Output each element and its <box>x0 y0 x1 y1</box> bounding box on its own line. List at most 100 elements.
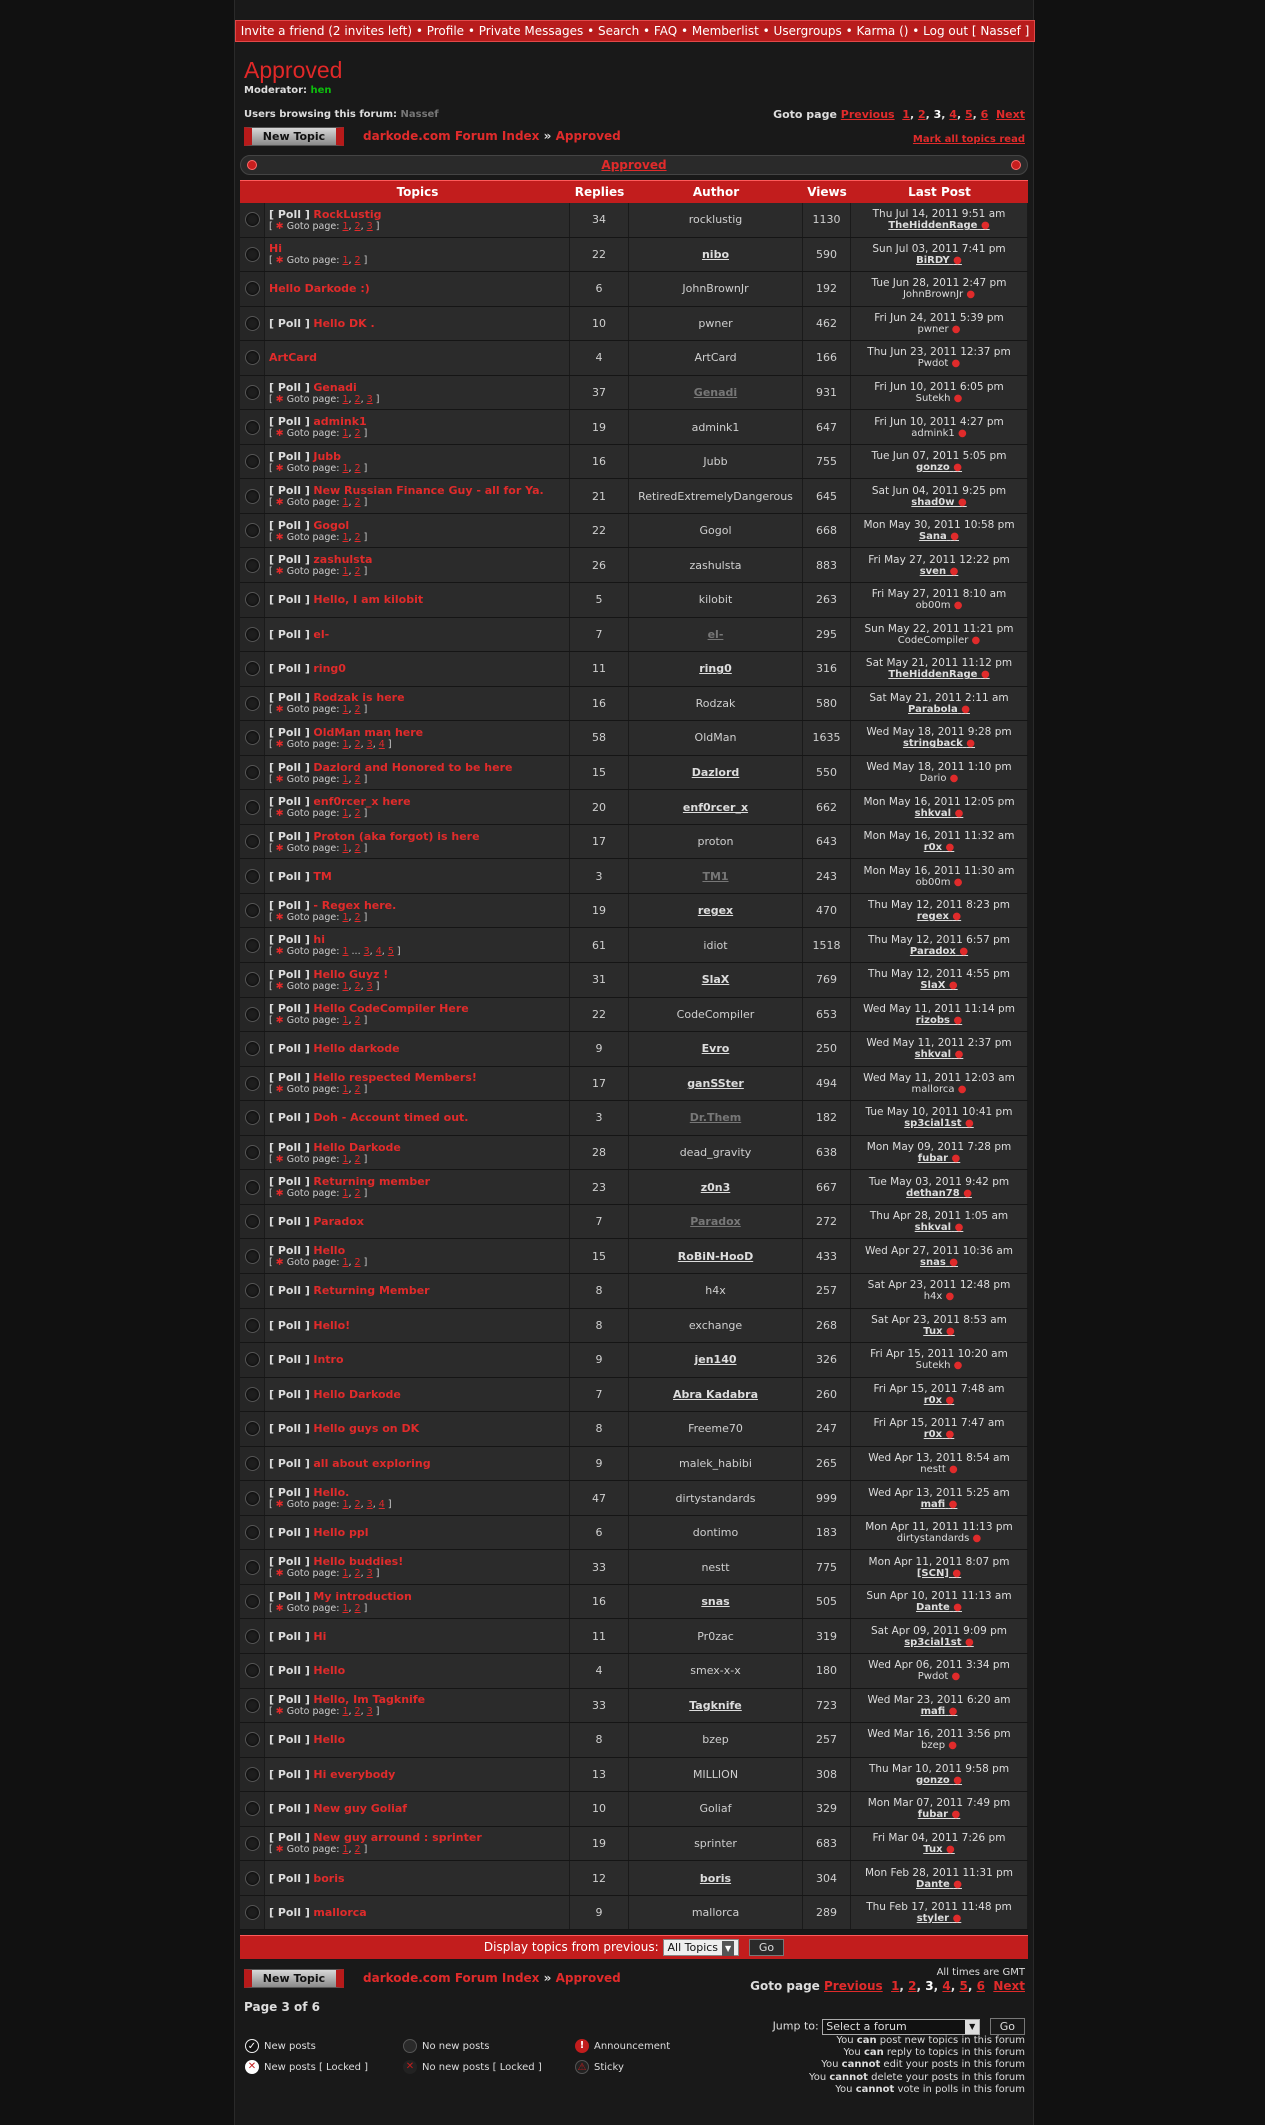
view-latest-post-icon[interactable]: ● <box>952 324 961 335</box>
topic-page-link[interactable]: 2 <box>355 739 361 750</box>
topic-title-link[interactable]: Hello darkode <box>313 1042 399 1055</box>
view-latest-post-icon[interactable]: ● <box>949 1257 958 1268</box>
topic-page-link[interactable]: 2 <box>355 843 361 854</box>
last-post-user[interactable]: Tux <box>923 1326 942 1337</box>
topic-page-link[interactable]: 4 <box>376 946 382 957</box>
last-post-author[interactable]: mafi ● <box>921 1706 958 1717</box>
view-latest-post-icon[interactable]: ● <box>954 393 963 404</box>
topic-title-link[interactable]: New guy Goliaf <box>313 1802 407 1815</box>
view-latest-post-icon[interactable]: ● <box>952 1153 961 1164</box>
topic-page-link[interactable]: 1 <box>342 1568 348 1579</box>
last-post-author[interactable]: dirtystandards ● <box>897 1533 982 1544</box>
topic-page-link[interactable]: 1 <box>342 497 348 508</box>
view-latest-post-icon[interactable]: ● <box>946 1326 955 1337</box>
view-latest-post-icon[interactable]: ● <box>966 738 975 749</box>
view-latest-post-icon[interactable]: ● <box>948 1740 957 1751</box>
last-post-author[interactable]: nestt ● <box>920 1464 957 1475</box>
author-link[interactable]: ganSSter <box>687 1077 744 1090</box>
view-latest-post-icon[interactable]: ● <box>958 1084 967 1095</box>
topic-title-link[interactable]: New Russian Finance Guy - all for Ya. <box>313 484 543 497</box>
topic-title-link[interactable]: TM <box>313 870 331 883</box>
topic-page-link[interactable]: 1 <box>342 946 348 957</box>
last-post-author[interactable]: Sutekh ● <box>916 393 963 404</box>
last-post-user[interactable]: SlaX <box>920 980 945 991</box>
last-post-author[interactable]: SlaX ● <box>920 980 957 991</box>
last-post-author[interactable]: sp3cial1st ● <box>904 1118 974 1129</box>
topic-title-link[interactable]: Hello buddies! <box>313 1555 403 1568</box>
last-post-author[interactable]: r0x ● <box>924 842 955 853</box>
topic-title-link[interactable]: Hello Darkode <box>313 1141 400 1154</box>
topic-title-link[interactable]: Paradox <box>313 1215 364 1228</box>
breadcrumb-current-link[interactable]: Approved <box>556 1971 621 1985</box>
topic-page-link[interactable]: 1 <box>342 566 348 577</box>
view-latest-post-icon[interactable]: ● <box>946 1429 955 1440</box>
author-link[interactable]: Evro <box>702 1042 730 1055</box>
view-latest-post-icon[interactable]: ● <box>954 877 963 888</box>
topic-page-link[interactable]: 1 <box>342 808 348 819</box>
view-latest-post-icon[interactable]: ● <box>953 1913 962 1924</box>
topic-page-link[interactable]: 1 <box>342 532 348 543</box>
view-latest-post-icon[interactable]: ● <box>952 1568 961 1579</box>
last-post-author[interactable]: Pwdot ● <box>918 358 961 369</box>
topic-page-link[interactable]: 1 <box>342 463 348 474</box>
view-latest-post-icon[interactable]: ● <box>958 497 967 508</box>
topic-title-link[interactable]: Hello respected Members! <box>313 1071 477 1084</box>
last-post-author[interactable]: BiRDY ● <box>916 255 962 266</box>
last-post-user[interactable]: Sana <box>919 531 947 542</box>
topic-page-link[interactable]: 1 <box>342 1257 348 1268</box>
topic-title-link[interactable]: Intro <box>313 1353 343 1366</box>
view-latest-post-icon[interactable]: ● <box>954 1360 963 1371</box>
topic-page-link[interactable]: 4 <box>379 739 385 750</box>
display-topics-select[interactable]: All Topics ▼ <box>662 1939 740 1956</box>
view-latest-post-icon[interactable]: ● <box>952 358 961 369</box>
view-latest-post-icon[interactable]: ● <box>955 1222 964 1233</box>
last-post-author[interactable]: mafi ● <box>921 1499 958 1510</box>
last-post-user[interactable]: fubar <box>918 1809 948 1820</box>
topic-title-link[interactable]: Hello <box>313 1733 345 1746</box>
topic-title-link[interactable]: Rodzak is here <box>313 691 404 704</box>
goto-page-2-link[interactable]: 2 <box>908 1979 916 1993</box>
topic-title-link[interactable]: Hello, Im Tagknife <box>313 1693 425 1706</box>
topic-title-link[interactable]: enf0rcer_x here <box>313 795 410 808</box>
topic-page-link[interactable]: 2 <box>355 463 361 474</box>
view-latest-post-icon[interactable]: ● <box>966 289 975 300</box>
last-post-author[interactable]: styler ● <box>917 1913 962 1924</box>
goto-previous-link[interactable]: Previous <box>824 1979 883 1993</box>
view-latest-post-icon[interactable]: ● <box>946 1844 955 1855</box>
last-post-author[interactable]: fubar ● <box>918 1809 961 1820</box>
view-latest-post-icon[interactable]: ● <box>949 1706 958 1717</box>
last-post-author[interactable]: Sana ● <box>919 531 959 542</box>
author-link[interactable]: Abra Kadabra <box>673 1388 758 1401</box>
last-post-author[interactable]: Dante ● <box>916 1879 962 1890</box>
display-go-button[interactable]: Go <box>748 1939 785 1956</box>
topic-page-link[interactable]: 1 <box>342 1015 348 1026</box>
topic-page-link[interactable]: 2 <box>355 1154 361 1165</box>
last-post-user[interactable]: shkval <box>915 1222 951 1233</box>
topic-title-link[interactable]: Genadi <box>313 381 356 394</box>
last-post-user[interactable]: [SCN] <box>917 1568 949 1579</box>
goto-next-link[interactable]: Next <box>996 108 1025 121</box>
last-post-author[interactable]: gonzo ● <box>916 1775 962 1786</box>
topic-page-link[interactable]: 3 <box>367 221 373 232</box>
topic-page-link[interactable]: 2 <box>355 428 361 439</box>
last-post-author[interactable]: Tux ● <box>923 1326 955 1337</box>
topic-page-link[interactable]: 3 <box>367 394 373 405</box>
topic-page-link[interactable]: 2 <box>355 1084 361 1095</box>
view-latest-post-icon[interactable]: ● <box>981 220 990 231</box>
last-post-author[interactable]: shkval ● <box>915 1049 964 1060</box>
topic-page-link[interactable]: 2 <box>355 1706 361 1717</box>
topic-page-link[interactable]: 3 <box>367 1706 373 1717</box>
last-post-user[interactable]: shad0w <box>911 497 954 508</box>
author-link[interactable]: el- <box>708 628 724 641</box>
last-post-author[interactable]: ob00m ● <box>916 600 963 611</box>
topic-page-link[interactable]: 2 <box>355 1603 361 1614</box>
topic-title-link[interactable]: Hello Darkode <box>313 1388 400 1401</box>
topic-title-link[interactable]: Returning Member <box>313 1284 429 1297</box>
topic-page-link[interactable]: 3 <box>367 739 373 750</box>
last-post-author[interactable]: Dario ● <box>920 773 959 784</box>
topic-page-link[interactable]: 2 <box>355 221 361 232</box>
last-post-author[interactable]: ob00m ● <box>916 877 963 888</box>
goto-page-4-link[interactable]: 4 <box>942 1979 950 1993</box>
author-link[interactable]: ring0 <box>699 662 732 675</box>
topic-page-link[interactable]: 1 <box>342 981 348 992</box>
